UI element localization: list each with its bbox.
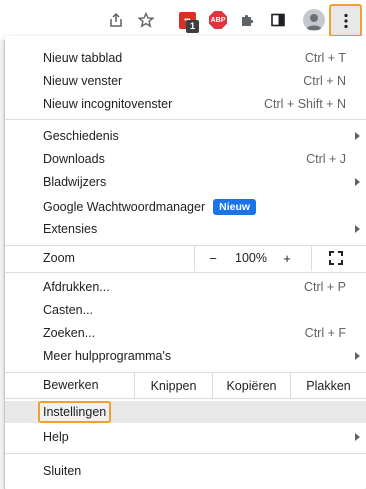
- cut-button[interactable]: Knippen: [135, 373, 212, 398]
- menu-item-label: Nieuw venster: [43, 73, 123, 88]
- zoom-row: Zoom − 100% +: [5, 246, 366, 271]
- extension-badge-icon[interactable]: ••• 1: [175, 8, 199, 33]
- menu-item-print[interactable]: Afdrukken... Ctrl + P: [5, 275, 366, 298]
- profile-icon[interactable]: [302, 8, 326, 32]
- zoom-divider: [311, 246, 312, 271]
- menu-item-bookmarks[interactable]: Bladwijzers: [5, 170, 366, 193]
- zoom-divider: [194, 246, 195, 271]
- menu-divider: [5, 398, 366, 399]
- extensions-puzzle-icon[interactable]: [236, 8, 260, 32]
- zoom-label: Zoom: [43, 251, 75, 265]
- menu-item-extensions[interactable]: Extensies: [5, 217, 366, 240]
- menu-item-password-manager[interactable]: Google Wachtwoordmanager Nieuw: [5, 195, 366, 218]
- menu-item-label: Downloads: [43, 151, 105, 166]
- fullscreen-icon[interactable]: [327, 249, 345, 267]
- zoom-out-button[interactable]: −: [203, 247, 223, 269]
- menu-item-shortcut: Ctrl + J: [306, 151, 346, 166]
- zoom-level: 100%: [235, 251, 267, 265]
- menu-item-label: Afdrukken...: [43, 279, 110, 294]
- menu-item-label: Meer hulpprogramma's: [43, 348, 172, 363]
- menu-item-shortcut: Ctrl + Shift + N: [264, 96, 346, 111]
- menu-item-label: Instellingen: [38, 401, 112, 423]
- menu-divider: [5, 272, 366, 273]
- menu-item-shortcut: Ctrl + P: [303, 279, 346, 294]
- menu-divider: [5, 119, 366, 120]
- menu-item-label: Nieuw tabblad: [43, 50, 123, 65]
- paste-button[interactable]: Plakken: [291, 373, 366, 398]
- menu-item-new-tab[interactable]: Nieuw tabblad Ctrl + T: [5, 46, 366, 69]
- menu-item-history[interactable]: Geschiedenis: [5, 124, 366, 147]
- menu-item-label: Casten...: [43, 302, 94, 317]
- menu-item-exit[interactable]: Sluiten: [5, 459, 366, 482]
- avatar: [303, 9, 325, 31]
- menu-item-shortcut: Ctrl + T: [304, 50, 346, 65]
- menu-item-label: Geschiedenis: [43, 128, 119, 143]
- menu-item-shortcut: Ctrl + N: [303, 73, 346, 88]
- submenu-arrow-icon: [355, 177, 360, 186]
- extension-count-badge: 1: [186, 20, 199, 33]
- browser-toolbar: ••• 1 ABP: [0, 0, 366, 40]
- adblock-plus-icon[interactable]: ABP: [206, 8, 230, 32]
- chrome-main-menu: Nieuw tabblad Ctrl + T Nieuw venster Ctr…: [5, 36, 366, 489]
- menu-item-label: Bladwijzers: [43, 174, 107, 189]
- menu-item-downloads[interactable]: Downloads Ctrl + J: [5, 147, 366, 170]
- menu-item-label: Google Wachtwoordmanager: [43, 199, 206, 214]
- menu-divider: [5, 453, 366, 454]
- submenu-arrow-icon: [355, 432, 360, 441]
- menu-item-help[interactable]: Help: [5, 425, 366, 448]
- submenu-arrow-icon: [355, 224, 360, 233]
- edit-row: Bewerken Knippen Kopiëren Plakken: [5, 373, 366, 398]
- copy-button[interactable]: Kopiëren: [213, 373, 290, 398]
- menu-item-label: Extensies: [43, 221, 98, 236]
- menu-item-new-incognito-window[interactable]: Nieuw incognitovenster Ctrl + Shift + N: [5, 92, 366, 115]
- submenu-arrow-icon: [355, 131, 360, 140]
- zoom-in-button[interactable]: +: [277, 247, 297, 269]
- menu-item-label: Zoeken...: [43, 325, 96, 340]
- more-menu-button[interactable]: [329, 4, 362, 37]
- adblock-plus-label: ABP: [209, 11, 227, 29]
- menu-item-label: Sluiten: [43, 463, 82, 478]
- menu-item-cast[interactable]: Casten...: [5, 298, 366, 321]
- side-panel-icon[interactable]: [266, 8, 290, 32]
- submenu-arrow-icon: [355, 351, 360, 360]
- menu-item-label: Help: [43, 429, 69, 444]
- menu-item-more-tools[interactable]: Meer hulpprogramma's: [5, 344, 366, 367]
- menu-item-find[interactable]: Zoeken... Ctrl + F: [5, 321, 366, 344]
- edit-label: Bewerken: [43, 378, 99, 392]
- bookmark-star-icon[interactable]: [134, 8, 158, 32]
- menu-item-shortcut: Ctrl + F: [304, 325, 346, 340]
- share-icon[interactable]: [104, 8, 128, 32]
- new-badge: Nieuw: [213, 198, 257, 215]
- menu-item-label: Nieuw incognitovenster: [43, 96, 173, 111]
- menu-item-new-window[interactable]: Nieuw venster Ctrl + N: [5, 69, 366, 92]
- more-vert-icon: [343, 13, 348, 28]
- menu-item-settings[interactable]: Instellingen: [5, 401, 366, 423]
